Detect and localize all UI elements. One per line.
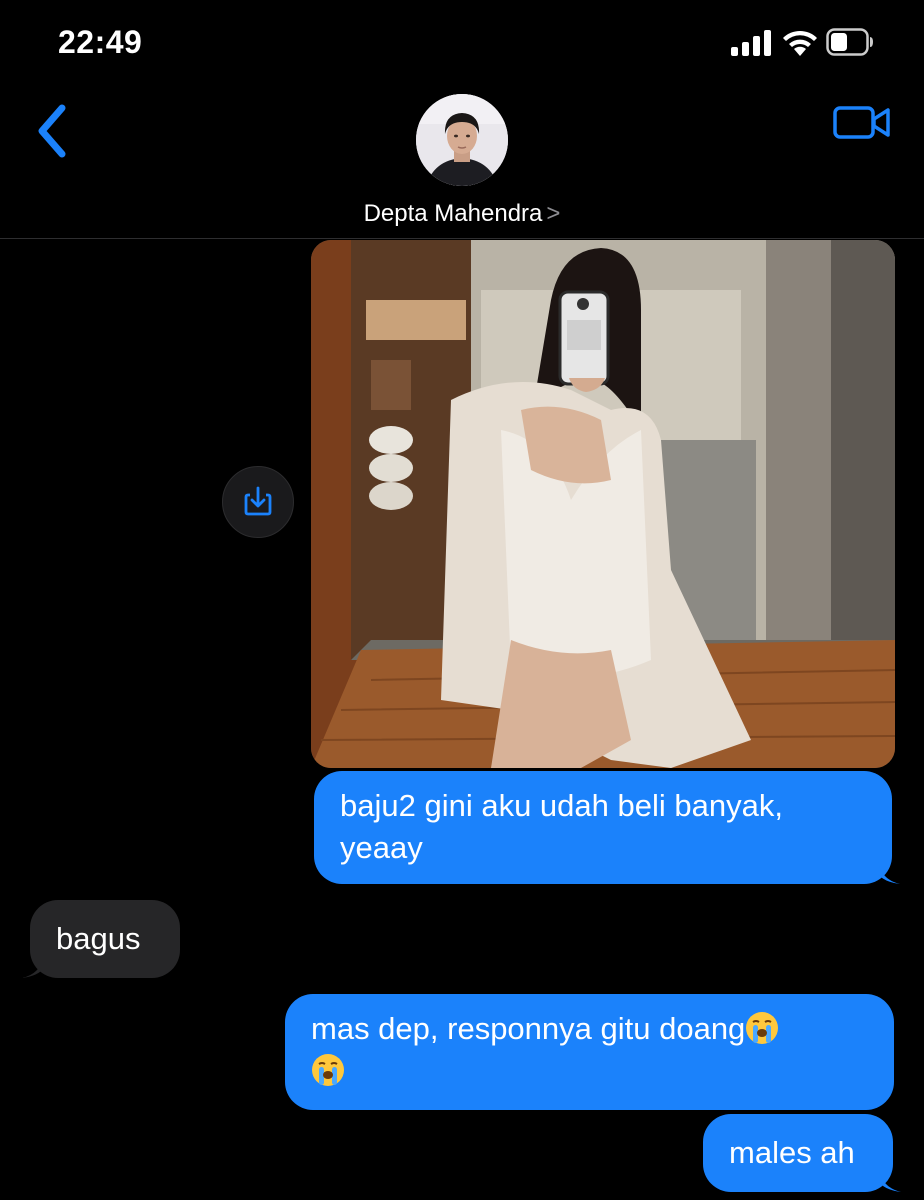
crying-face-emoji-icon <box>312 1054 344 1086</box>
sent-message-bubble[interactable]: males ah <box>703 1114 901 1192</box>
video-call-button[interactable] <box>832 102 892 142</box>
download-icon <box>244 486 272 516</box>
bubble-tail <box>878 862 900 884</box>
message-text: males ah <box>729 1135 855 1170</box>
received-message-bubble[interactable]: bagus <box>22 900 180 978</box>
battery-icon <box>826 28 873 56</box>
back-button[interactable] <box>28 100 78 162</box>
sent-message-bubble[interactable]: mas dep, responnya gitu doang <box>285 994 894 1110</box>
photo-message[interactable] <box>311 240 895 768</box>
bubble-tail <box>22 956 44 978</box>
message-text: mas dep, responnya gitu doang <box>311 1011 746 1046</box>
sent-message-bubble[interactable]: baju2 gini aku udah beli banyak, yeaay <box>314 771 900 884</box>
save-image-button[interactable] <box>222 466 294 538</box>
avatar-photo <box>416 94 508 186</box>
status-bar: 22:49 <box>0 0 924 90</box>
conversation-header: Depta Mahendra > <box>0 90 924 239</box>
status-time: 22:49 <box>58 24 143 60</box>
message-text: baju2 gini aku udah beli banyak, yeaay <box>340 788 783 865</box>
cellular-signal-icon <box>731 30 773 56</box>
contact-name: Depta Mahendra <box>363 200 543 227</box>
message-text: bagus <box>56 921 141 956</box>
contact-avatar[interactable] <box>416 94 508 186</box>
crying-face-emoji-icon <box>746 1012 779 1044</box>
chevron-right-icon: > <box>546 200 561 227</box>
contact-name-link[interactable]: Depta Mahendra > <box>0 200 924 228</box>
wifi-icon <box>783 30 817 56</box>
message-photo <box>311 240 895 768</box>
bubble-tail <box>879 1170 901 1192</box>
